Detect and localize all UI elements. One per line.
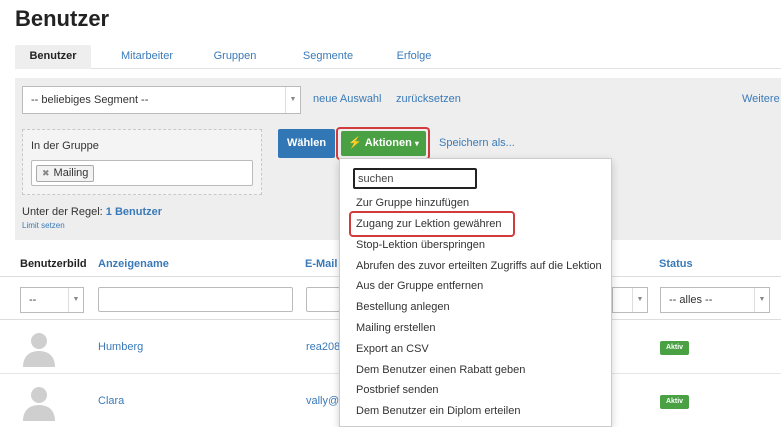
reset-link[interactable]: zurücksetzen (396, 93, 461, 105)
menu-item-issue-diploma[interactable]: Dem Benutzer ein Diplom erteilen (356, 405, 520, 417)
caret-down-icon: ▾ (414, 139, 419, 148)
menu-item-export-csv[interactable]: Export an CSV (356, 343, 429, 355)
chevron-down-icon: ▼ (632, 288, 647, 312)
group-tag-input[interactable]: ✖ Mailing (31, 160, 253, 186)
page-title: Benutzer (15, 6, 110, 31)
email-filter-input[interactable] (306, 287, 340, 312)
tab-benutzer[interactable]: Benutzer (15, 45, 91, 69)
menu-item-send-letter[interactable]: Postbrief senden (356, 384, 439, 396)
actions-button[interactable]: ⚡ Aktionen ▾ (341, 131, 426, 156)
menu-item-skip-stop-lesson[interactable]: Stop-Lektion überspringen (356, 239, 485, 251)
status-filter-value: -- alles -- (669, 294, 713, 306)
display-name-filter-input[interactable] (98, 287, 293, 312)
dropdown-search-input[interactable] (353, 168, 477, 189)
status-filter-select[interactable]: -- alles -- ▼ (660, 287, 770, 313)
bolt-icon: ⚡ (348, 137, 362, 149)
status-badge: Aktiv (660, 395, 689, 409)
header-picture: Benutzerbild (20, 258, 87, 270)
menu-item-give-discount[interactable]: Dem Benutzer einen Rabatt geben (356, 364, 525, 376)
tab-gruppen[interactable]: Gruppen (203, 45, 267, 69)
header-status[interactable]: Status (659, 258, 693, 270)
group-tag-label: Mailing (53, 167, 89, 179)
actions-button-label: Aktionen (364, 137, 412, 149)
more-link[interactable]: Weitere (742, 93, 780, 105)
avatar-placeholder-icon (23, 333, 55, 367)
rule-count-link[interactable]: 1 Benutzer (106, 206, 162, 218)
avatar-placeholder-icon (23, 387, 55, 421)
menu-item-add-to-group[interactable]: Zur Gruppe hinzufügen (356, 197, 469, 209)
remove-tag-icon[interactable]: ✖ (42, 168, 50, 178)
tab-bar: Benutzer Mitarbeiter Gruppen Segmente Er… (15, 45, 781, 69)
group-filter-label: In der Gruppe (31, 140, 99, 152)
tab-mitarbeiter[interactable]: Mitarbeiter (107, 45, 187, 69)
new-selection-link[interactable]: neue Auswahl (313, 93, 382, 105)
picture-filter-value: -- (29, 294, 37, 306)
row-display-name[interactable]: Humberg (98, 341, 143, 353)
menu-item-revoke-lesson-access[interactable]: Abrufen des zuvor erteilten Zugriffs auf… (356, 260, 602, 272)
group-tag: ✖ Mailing (36, 165, 95, 182)
chevron-down-icon: ▼ (68, 288, 83, 312)
rule-prefix: Unter der Regel: (22, 206, 103, 218)
chevron-down-icon: ▼ (754, 288, 769, 312)
menu-item-grant-lesson-access[interactable]: Zugang zur Lektion gewähren (356, 218, 502, 230)
menu-item-remove-from-group[interactable]: Aus der Gruppe entfernen (356, 280, 483, 292)
save-as-link[interactable]: Speichern als... (439, 137, 515, 149)
picture-filter-select[interactable]: -- ▼ (20, 287, 84, 313)
header-display-name[interactable]: Anzeigename (98, 258, 169, 270)
limit-link[interactable]: Limit setzen (22, 221, 65, 230)
tab-segmente[interactable]: Segmente (293, 45, 363, 69)
segment-select-value: -- beliebiges Segment -- (31, 94, 149, 106)
row-email[interactable]: rea208 (306, 341, 340, 353)
row-display-name[interactable]: Clara (98, 395, 124, 407)
segment-select[interactable]: -- beliebiges Segment -- ▼ (22, 86, 301, 114)
group-filter-box: In der Gruppe ✖ Mailing (22, 129, 262, 195)
status-badge: Aktiv (660, 341, 689, 355)
rule-summary: Unter der Regel: 1 Benutzer (22, 206, 162, 218)
tab-erfolge[interactable]: Erfolge (389, 45, 439, 69)
select-button[interactable]: Wählen (278, 129, 335, 158)
menu-item-create-order[interactable]: Bestellung anlegen (356, 301, 450, 313)
header-email[interactable]: E-Mail (305, 258, 337, 270)
actions-dropdown-menu: Zur Gruppe hinzufügen Zugang zur Lektion… (339, 158, 612, 427)
menu-item-create-mailing[interactable]: Mailing erstellen (356, 322, 435, 334)
chevron-down-icon: ▼ (285, 87, 300, 113)
hidden-filter-select[interactable]: ▼ (612, 287, 648, 313)
